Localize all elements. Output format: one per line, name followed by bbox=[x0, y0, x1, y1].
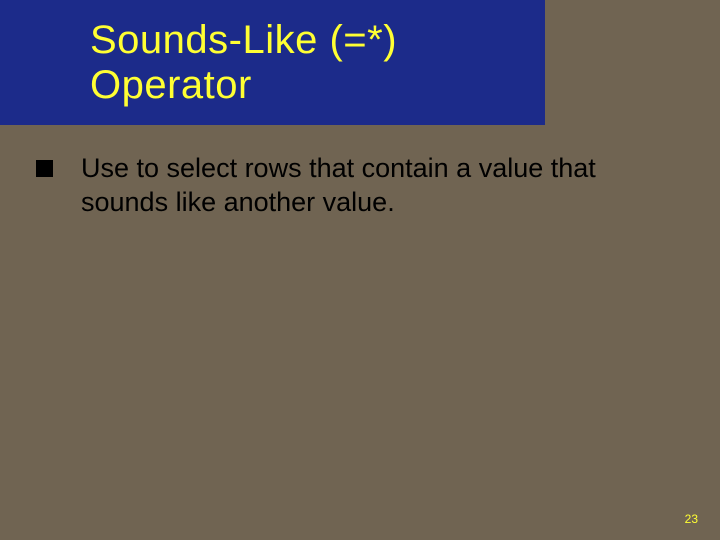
bullet-text: Use to select rows that contain a value … bbox=[81, 152, 680, 220]
slide-title: Sounds-Like (=*) Operator bbox=[90, 18, 545, 108]
square-bullet-icon bbox=[36, 160, 53, 177]
title-block: Sounds-Like (=*) Operator bbox=[0, 0, 545, 125]
body-block: Use to select rows that contain a value … bbox=[36, 152, 680, 220]
page-number: 23 bbox=[685, 512, 698, 526]
